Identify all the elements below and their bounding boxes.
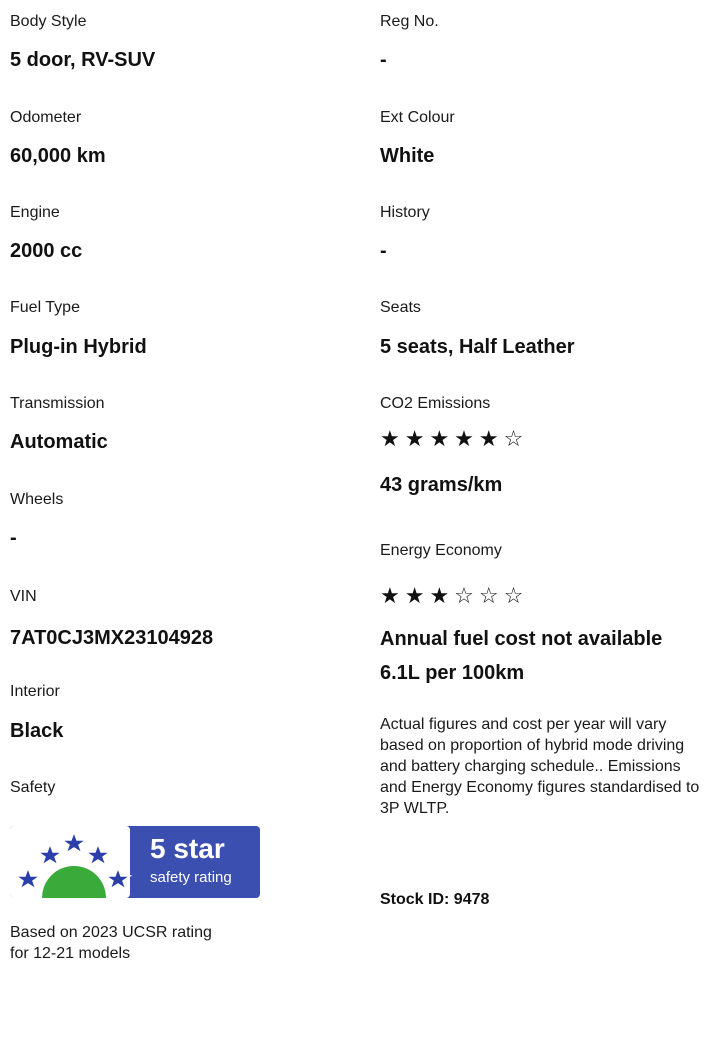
safety-note-line2: for 12-21 models [10, 945, 131, 962]
badge-subtitle: safety rating [150, 869, 232, 886]
fuel-rate-text: 6.1L per 100km [380, 662, 525, 684]
stock-id: Stock ID: 9478 [380, 891, 490, 908]
vin-value: 7AT0CJ3MX23104928 [10, 627, 214, 649]
energy-star-rating: ★★★☆☆☆ [380, 583, 529, 608]
wheels-label: Wheels [10, 491, 64, 508]
vin-label: VIN [10, 588, 37, 605]
engine-value: 2000 cc [10, 240, 83, 262]
energy-economy-label: Energy Economy [380, 542, 502, 559]
co2-star-rating: ★★★★★☆ [380, 426, 529, 451]
economy-disclaimer: Actual figures and cost per year will va… [380, 716, 700, 817]
history-value: - [380, 240, 387, 262]
odometer-value: 60,000 km [10, 145, 106, 167]
interior-value: Black [10, 720, 64, 742]
seats-value: 5 seats, Half Leather [380, 336, 575, 358]
co2-emissions-value: 43 grams/km [380, 474, 503, 496]
safety-rating-badge: 5 star safety rating [10, 826, 260, 898]
transmission-value: Automatic [10, 431, 108, 453]
reg-no-value: - [380, 49, 387, 71]
wheels-value: - [10, 527, 17, 549]
odometer-label: Odometer [10, 109, 82, 126]
co2-emissions-label: CO2 Emissions [380, 395, 491, 412]
safety-note-line1: Based on 2023 UCSR rating [10, 924, 212, 941]
ext-colour-value: White [380, 145, 435, 167]
seats-label: Seats [380, 299, 421, 316]
fuel-type-value: Plug-in Hybrid [10, 336, 147, 358]
transmission-label: Transmission [10, 395, 105, 412]
engine-label: Engine [10, 204, 60, 221]
fuel-cost-text: Annual fuel cost not available [380, 628, 663, 650]
ext-colour-label: Ext Colour [380, 109, 455, 126]
interior-label: Interior [10, 683, 60, 700]
safety-label: Safety [10, 779, 56, 796]
body-style-label: Body Style [10, 13, 87, 30]
badge-title: 5 star [150, 833, 225, 864]
history-label: History [380, 204, 430, 221]
reg-no-label: Reg No. [380, 13, 439, 30]
safety-note: Based on 2023 UCSR rating for 12-21 mode… [10, 922, 212, 964]
body-style-value: 5 door, RV-SUV [10, 49, 156, 71]
fuel-type-label: Fuel Type [10, 299, 80, 316]
